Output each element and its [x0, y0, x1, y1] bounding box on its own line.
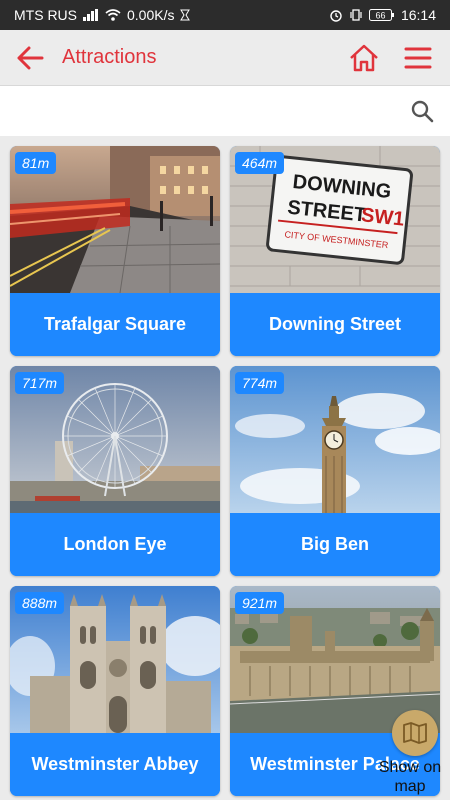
search-button[interactable] — [404, 93, 440, 129]
attraction-name: London Eye — [10, 513, 220, 576]
attraction-card[interactable]: 774m Big Ben — [230, 366, 440, 576]
attraction-name: Big Ben — [230, 513, 440, 576]
map-icon — [403, 722, 427, 744]
search-input[interactable] — [14, 91, 404, 131]
battery-level: 66 — [375, 11, 385, 21]
alarm-icon — [329, 8, 343, 22]
distance-badge: 888m — [15, 592, 65, 614]
attraction-card[interactable]: 81m Trafalgar Square — [10, 146, 220, 356]
page-title: Attractions — [62, 46, 157, 68]
attraction-name: Trafalgar Square — [10, 293, 220, 356]
battery-icon: 66 — [368, 8, 395, 22]
back-arrow-icon — [17, 46, 44, 69]
attraction-name: Downing Street — [230, 293, 440, 356]
distance-badge: 921m — [235, 592, 285, 614]
signal-icon — [83, 9, 99, 21]
distance-badge: 464m — [235, 152, 285, 174]
hamburger-menu-icon — [404, 47, 432, 68]
show-on-map-button[interactable] — [392, 710, 438, 756]
home-button[interactable] — [342, 36, 386, 80]
menu-button[interactable] — [396, 36, 440, 80]
app-bar: Attractions — [0, 30, 450, 86]
wifi-icon — [105, 9, 121, 21]
attraction-card[interactable]: DOWNING STREET SW1 CITY OF WESTMINSTER 4… — [230, 146, 440, 356]
network-speed: 0.00K/s — [127, 7, 175, 23]
back-button[interactable] — [10, 38, 50, 78]
status-bar: MTS RUS 0.00K/s 66 16:14 — [0, 0, 450, 30]
home-icon — [350, 44, 378, 71]
sign-postcode: SW1 — [360, 204, 405, 230]
distance-badge: 81m — [15, 152, 57, 174]
carrier-label: MTS RUS — [14, 7, 77, 23]
distance-badge: 774m — [235, 372, 285, 394]
notification-icon — [180, 9, 191, 21]
attraction-name: Westminster Abbey — [10, 733, 220, 796]
show-on-map-label[interactable]: Show on map — [370, 758, 450, 796]
search-icon — [411, 100, 434, 123]
vibrate-icon — [349, 8, 363, 22]
attraction-card[interactable]: 888m Westminster Abbey — [10, 586, 220, 796]
attractions-grid: 81m Trafalgar Square DOWNING STREET SW1 … — [10, 146, 440, 796]
attraction-card[interactable]: 717m London Eye — [10, 366, 220, 576]
search-bar — [0, 86, 450, 136]
clock: 16:14 — [400, 7, 436, 23]
distance-badge: 717m — [15, 372, 65, 394]
